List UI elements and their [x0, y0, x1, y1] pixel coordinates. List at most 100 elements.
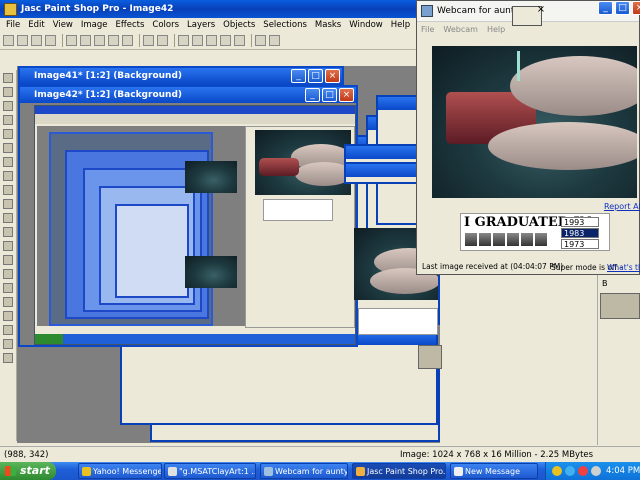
menu-edit[interactable]: Edit	[24, 20, 48, 30]
maximize-button[interactable]: □	[308, 69, 323, 83]
draw-tool-icon[interactable]	[3, 325, 13, 335]
menu-file[interactable]: File	[2, 20, 24, 30]
vector-object-icon[interactable]	[3, 353, 13, 363]
undo-icon[interactable]	[66, 35, 77, 46]
eraser-icon[interactable]	[3, 255, 13, 265]
portrait-thumbnail	[506, 232, 520, 247]
preset-shapes-icon[interactable]	[3, 339, 13, 349]
maximize-button[interactable]: □	[322, 88, 337, 102]
menu-help[interactable]: Help	[387, 20, 414, 30]
volume-tray-icon[interactable]	[591, 466, 601, 476]
close-button[interactable]: ×	[632, 1, 640, 15]
tool-options-icon[interactable]	[234, 35, 245, 46]
layer-palette-icon[interactable]	[178, 35, 189, 46]
task-label: New Message	[465, 467, 521, 476]
color-palette-panel: B	[597, 275, 640, 445]
task-yahoo-messenger[interactable]: Yahoo! Messenger ...	[78, 463, 162, 479]
security-tray-icon[interactable]	[578, 466, 588, 476]
task-label: Yahoo! Messenger ...	[93, 467, 162, 476]
yahoo-tray-icon[interactable]	[552, 466, 562, 476]
redo-icon[interactable]	[80, 35, 91, 46]
year-option[interactable]: 1993	[561, 217, 599, 227]
histogram-icon[interactable]	[192, 35, 203, 46]
start-button[interactable]: start	[0, 462, 56, 480]
copy-icon[interactable]	[108, 35, 119, 46]
minimize-button[interactable]: _	[305, 88, 320, 102]
zoom-tool-icon[interactable]	[3, 87, 13, 97]
deform-tool-icon[interactable]	[3, 101, 13, 111]
save-icon[interactable]	[31, 35, 42, 46]
whats-this-link[interactable]: What's this?	[607, 263, 640, 272]
task-label: Webcam for aunty...	[275, 467, 348, 476]
task-paint-shop-pro[interactable]: Jasc Paint Shop Pro...	[352, 463, 446, 479]
portrait-thumbnail	[478, 232, 492, 247]
arrow-tool-icon[interactable]	[3, 73, 13, 83]
capture-icon[interactable]	[157, 35, 168, 46]
webcam-menu-webcam[interactable]: Webcam	[443, 25, 478, 34]
menu-view[interactable]: View	[49, 20, 77, 30]
browse-icon[interactable]	[143, 35, 154, 46]
minimize-button[interactable]: _	[291, 69, 306, 83]
selection-tool-icon[interactable]	[3, 143, 13, 153]
cursor-coordinates: (988, 342)	[4, 450, 49, 460]
task-new-message[interactable]: New Message	[450, 463, 538, 479]
menu-image[interactable]: Image	[77, 20, 112, 30]
picture-tube-icon[interactable]	[3, 269, 13, 279]
close-button[interactable]: ×	[325, 69, 340, 83]
color-palette-icon[interactable]	[220, 35, 231, 46]
app-window-controls: _ □ ×	[596, 1, 640, 15]
nested-screenshot	[34, 105, 356, 345]
retouch-icon[interactable]	[3, 241, 13, 251]
freehand-tool-icon[interactable]	[3, 157, 13, 167]
image-info: Image: 1024 x 768 x 16 Million - 2.25 MB…	[400, 450, 594, 460]
text-tool-icon[interactable]	[3, 311, 13, 321]
new-icon[interactable]	[3, 35, 14, 46]
crop-tool-icon[interactable]	[3, 115, 13, 125]
menu-window[interactable]: Window	[345, 20, 387, 30]
status-bar: (988, 342) Image: 1024 x 768 x 16 Millio…	[0, 446, 640, 463]
task-webcam[interactable]: Webcam for aunty...	[260, 463, 348, 479]
menu-selections[interactable]: Selections	[259, 20, 311, 30]
airbrush-icon[interactable]	[3, 283, 13, 293]
cut-icon[interactable]	[94, 35, 105, 46]
clone-brush-icon[interactable]	[3, 213, 13, 223]
system-tray: 4:04 PM	[545, 462, 640, 480]
minimize-button[interactable]: _	[598, 1, 613, 15]
close-icon[interactable]: ×	[535, 4, 547, 16]
color-replacer-icon[interactable]	[3, 227, 13, 237]
webcam-menu-help[interactable]: Help	[487, 25, 505, 34]
flood-fill-icon[interactable]	[3, 297, 13, 307]
magic-wand-icon[interactable]	[3, 171, 13, 181]
report-abuse-link[interactable]: Report Abuse	[604, 202, 640, 211]
paste-icon[interactable]	[122, 35, 133, 46]
print-icon[interactable]	[45, 35, 56, 46]
document-window-image42[interactable]: Image42* [1:2] (Background) _ □ ×	[18, 85, 358, 347]
overview-icon[interactable]	[206, 35, 217, 46]
task-label: Jasc Paint Shop Pro...	[367, 467, 446, 476]
menu-colors[interactable]: Colors	[148, 20, 183, 30]
year-option[interactable]: 1973	[561, 239, 599, 249]
menu-effects[interactable]: Effects	[112, 20, 149, 30]
year-option-selected[interactable]: 1983	[561, 228, 599, 238]
menu-masks[interactable]: Masks	[311, 20, 345, 30]
dropper-tool-icon[interactable]	[3, 185, 13, 195]
close-button[interactable]: ×	[339, 88, 354, 102]
webcam-menu-file[interactable]: File	[421, 25, 434, 34]
menu-objects[interactable]: Objects	[219, 20, 259, 30]
network-tray-icon[interactable]	[565, 466, 575, 476]
script-icon[interactable]	[269, 35, 280, 46]
mover-tool-icon[interactable]	[3, 129, 13, 139]
help-icon[interactable]	[255, 35, 266, 46]
windows-logo-icon	[5, 466, 16, 476]
graduated-ad[interactable]: I GRADUATED IN: 1993 1983 1973	[460, 213, 610, 251]
webcam-icon	[264, 467, 273, 476]
clock: 4:04 PM	[606, 466, 640, 476]
task-clayart[interactable]: "g.MSATClayArt:1 ...	[164, 463, 256, 479]
material-swatch[interactable]	[600, 293, 640, 319]
paintbrush-icon[interactable]	[3, 199, 13, 209]
menu-layers[interactable]: Layers	[183, 20, 219, 30]
document-window-image41[interactable]: Image41* [1:2] (Background) _ □ ×	[18, 66, 344, 86]
maximize-button[interactable]: □	[615, 1, 630, 15]
portrait-thumbnail	[492, 232, 506, 247]
open-icon[interactable]	[17, 35, 28, 46]
